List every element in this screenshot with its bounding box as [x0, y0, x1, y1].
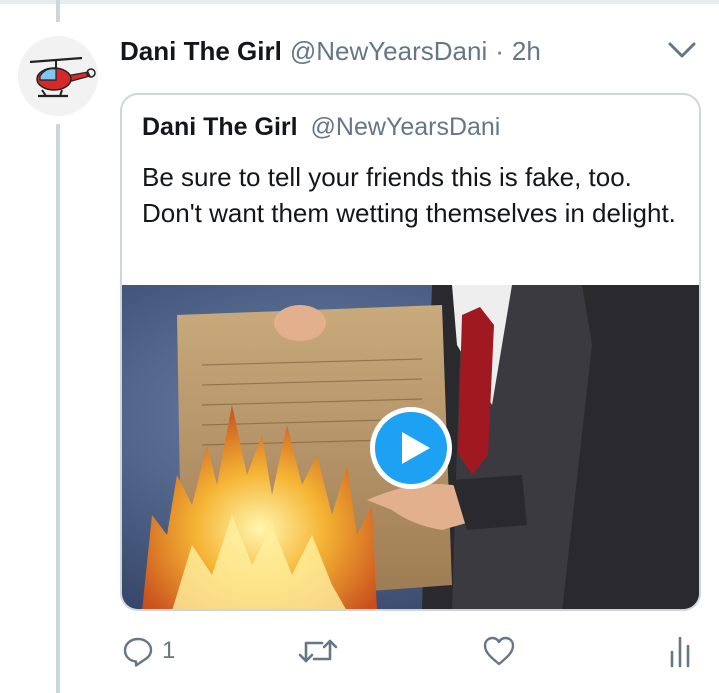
author-name[interactable]: Dani The Girl	[120, 36, 282, 67]
quoted-author-handle: @NewYearsDani	[310, 113, 501, 141]
retweet-icon	[298, 639, 338, 663]
tweet-time[interactable]: 2h	[512, 36, 541, 67]
like-button[interactable]	[482, 628, 516, 674]
reply-icon	[123, 637, 153, 667]
tweet-actions: 1	[120, 628, 701, 674]
reply-button[interactable]: 1	[122, 628, 175, 674]
heart-icon	[483, 636, 515, 666]
author-handle[interactable]: @NewYearsDani	[290, 36, 487, 67]
play-button[interactable]	[370, 407, 452, 489]
analytics-button[interactable]	[668, 628, 692, 674]
retweet-button[interactable]	[298, 628, 338, 674]
helicopter-icon	[18, 36, 98, 116]
tweet-header: Dani The Girl @NewYearsDani · 2h	[120, 34, 541, 68]
chevron-down-icon[interactable]	[664, 36, 700, 64]
thread-line-top	[56, 0, 60, 22]
avatar[interactable]	[18, 36, 98, 116]
quoted-author-name: Dani The Girl	[142, 113, 298, 141]
separator-dot: ·	[495, 35, 504, 66]
reply-count: 1	[162, 637, 176, 664]
analytics-icon	[670, 636, 690, 668]
thread-line	[56, 124, 60, 693]
quoted-tweet[interactable]: Dani The Girl @NewYearsDani Be sure to t…	[120, 93, 701, 611]
quoted-tweet-header: Dani The Girl @NewYearsDani	[142, 113, 500, 142]
play-icon	[402, 432, 430, 464]
top-divider	[0, 0, 719, 4]
quoted-tweet-text: Be sure to tell your friends this is fak…	[142, 162, 676, 228]
video-thumbnail[interactable]	[122, 285, 699, 609]
